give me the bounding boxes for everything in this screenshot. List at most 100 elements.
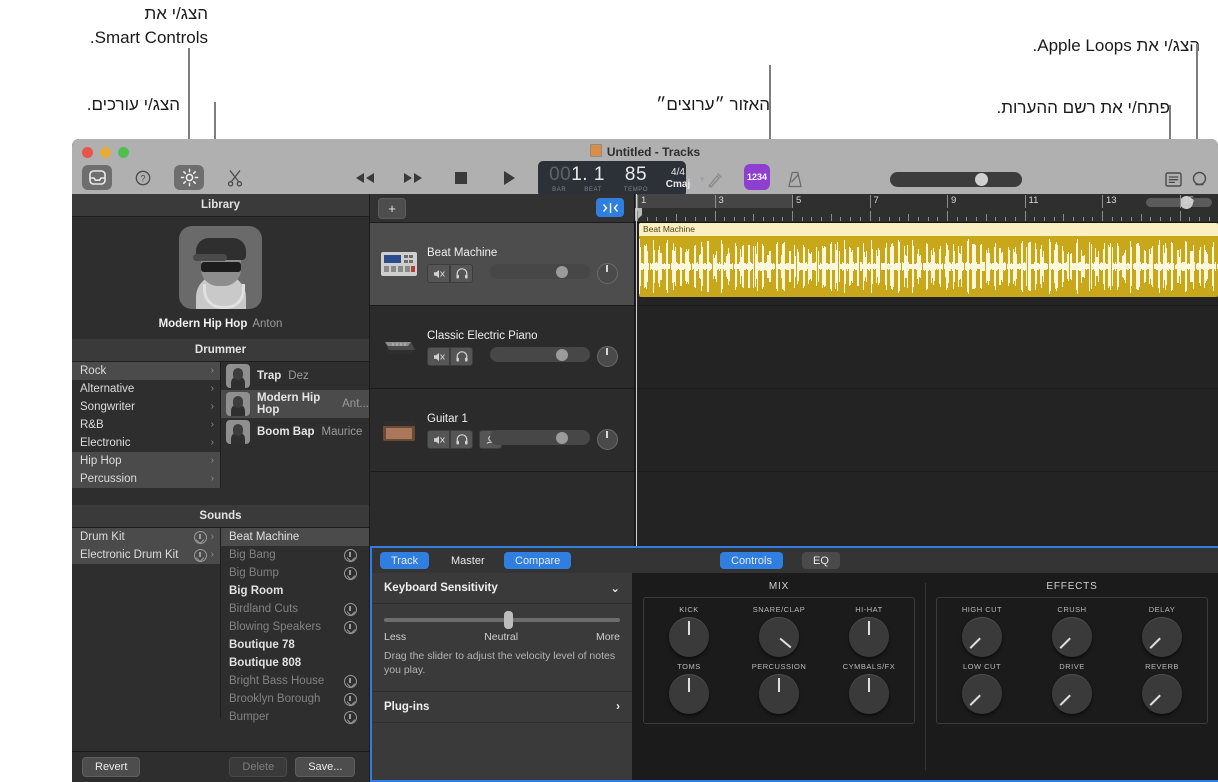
patch-item[interactable]: Blowing Speakers [221,618,369,636]
tab-master[interactable]: Master [440,552,496,569]
knob-dial[interactable] [962,617,1002,657]
knob-crush[interactable]: CRUSH [1027,605,1117,657]
knob-dial[interactable] [1052,674,1092,714]
track-volume-slider[interactable] [490,264,590,279]
count-in-icon[interactable]: 1234 [744,164,770,190]
mute-icon[interactable] [427,430,450,449]
genre-item-alternative[interactable]: Alternative› [72,380,220,398]
save-button[interactable]: Save... [295,757,355,777]
play-icon[interactable] [494,165,524,190]
revert-button[interactable]: Revert [82,757,140,777]
tab-track[interactable]: Track [380,552,429,569]
track-pan-knob[interactable] [597,263,618,284]
smart-controls-icon[interactable] [174,165,204,190]
patch-item[interactable]: Bright Bass House [221,672,369,690]
download-icon[interactable] [344,549,357,562]
tab-eq[interactable]: EQ [802,552,840,569]
patch-item[interactable]: Big Room [221,582,369,600]
knob-dial[interactable] [1052,617,1092,657]
genre-item-rnb[interactable]: R&B› [72,416,220,434]
headphones-icon[interactable] [450,264,473,283]
knob-snare-clap[interactable]: SNARE/CLAP [734,605,824,657]
metronome-icon[interactable] [780,167,810,192]
knob-dial[interactable] [849,617,889,657]
patch-item[interactable]: Boutique 78 [221,636,369,654]
keyboard-sensitivity-header[interactable]: Keyboard Sensitivity ⌄ [372,573,632,604]
knob-dial[interactable] [1142,617,1182,657]
genre-item-songwriter[interactable]: Songwriter› [72,398,220,416]
master-volume-knob[interactable] [975,173,988,186]
genre-item-percussion[interactable]: Percussion› [72,470,220,488]
knob-dial[interactable] [669,617,709,657]
lane-guitar-1[interactable] [635,389,1218,472]
knob-low-cut[interactable]: LOW CUT [937,662,1027,714]
track-header-beat-machine[interactable]: Beat Machine [370,223,634,306]
patch-item[interactable]: Beat Machine [221,528,369,546]
add-track-button[interactable]: + [378,198,406,219]
master-volume-slider[interactable] [890,172,1022,187]
chevron-right-icon[interactable]: › [616,701,620,713]
stop-icon[interactable] [446,165,476,190]
download-icon[interactable] [344,711,357,724]
download-icon[interactable] [344,621,357,634]
knob-dial[interactable] [759,674,799,714]
knob-toms[interactable]: TOMS [644,662,734,714]
tuner-icon[interactable] [700,167,730,192]
library-icon[interactable] [82,165,112,190]
track-pan-knob[interactable] [597,429,618,450]
drummer-item-boom-bap[interactable]: Boom BapMaurice [221,418,369,446]
patch-item[interactable]: Big Bang [221,546,369,564]
question-mark-icon[interactable]: ? [128,165,158,190]
lane-beat-machine[interactable]: Beat Machine [635,223,1218,306]
download-icon[interactable] [344,675,357,688]
genre-item-hip-hop[interactable]: Hip Hop› [72,452,220,470]
knob-dial[interactable] [962,674,1002,714]
smart-tempo-icon[interactable] [596,198,624,217]
kit-item-electronic-drum-kit[interactable]: Electronic Drum Kit › [72,546,220,564]
knob-kick[interactable]: KICK [644,605,734,657]
knob-drive[interactable]: DRIVE [1027,662,1117,714]
knob-dial[interactable] [1142,674,1182,714]
track-pan-knob[interactable] [597,346,618,367]
apple-loops-icon[interactable] [1184,167,1214,192]
knob-dial[interactable] [669,674,709,714]
lane-classic-electric-piano[interactable] [635,306,1218,389]
track-volume-slider[interactable] [490,430,590,445]
patch-item[interactable]: Bumper [221,708,369,726]
compare-button[interactable]: Compare [504,552,571,569]
knob-delay[interactable]: DELAY [1117,605,1207,657]
plugins-row[interactable]: Plug-ins › [372,691,632,723]
drummer-item-trap[interactable]: TrapDez [221,362,369,390]
tab-controls[interactable]: Controls [720,552,783,569]
download-icon[interactable] [194,549,207,562]
track-volume-knob[interactable] [556,349,568,361]
sensitivity-slider[interactable] [384,618,620,622]
mute-icon[interactable] [427,347,450,366]
download-icon[interactable] [344,603,357,616]
chevron-down-icon[interactable]: ⌄ [610,581,620,595]
track-volume-knob[interactable] [556,432,568,444]
knob-high-cut[interactable]: HIGH CUT [937,605,1027,657]
kit-item-drum-kit[interactable]: Drum Kit › [72,528,220,546]
audio-region[interactable]: Beat Machine [639,223,1218,297]
lcd-display[interactable]: 001. 1 BARBEAT 85 TEMPO 4/4 Cmaj ▾ [538,161,686,197]
knob-cymbals-fx[interactable]: CYMBALS/FX [824,662,914,714]
timeline-ruler[interactable]: 13579111315 [635,194,1218,223]
track-volume-knob[interactable] [556,266,568,278]
knob-dial[interactable] [849,674,889,714]
download-icon[interactable] [344,693,357,706]
patch-item[interactable]: Boutique 808 [221,654,369,672]
headphones-icon[interactable] [450,430,473,449]
patch-item[interactable]: Brooklyn Borough [221,690,369,708]
fast-forward-icon[interactable] [398,165,428,190]
genre-item-rock[interactable]: Rock› [72,362,220,380]
genre-item-electronic[interactable]: Electronic› [72,434,220,452]
download-icon[interactable] [344,567,357,580]
headphones-icon[interactable] [450,347,473,366]
knob-percussion[interactable]: PERCUSSION [734,662,824,714]
drummer-item-modern-hip-hop[interactable]: Modern Hip HopAnt... [221,390,369,418]
sensitivity-slider-knob[interactable] [504,611,513,629]
track-header-classic-electric-piano[interactable]: Classic Electric Piano [370,306,634,389]
scissors-icon[interactable] [220,165,250,190]
knob-dial[interactable] [759,617,799,657]
